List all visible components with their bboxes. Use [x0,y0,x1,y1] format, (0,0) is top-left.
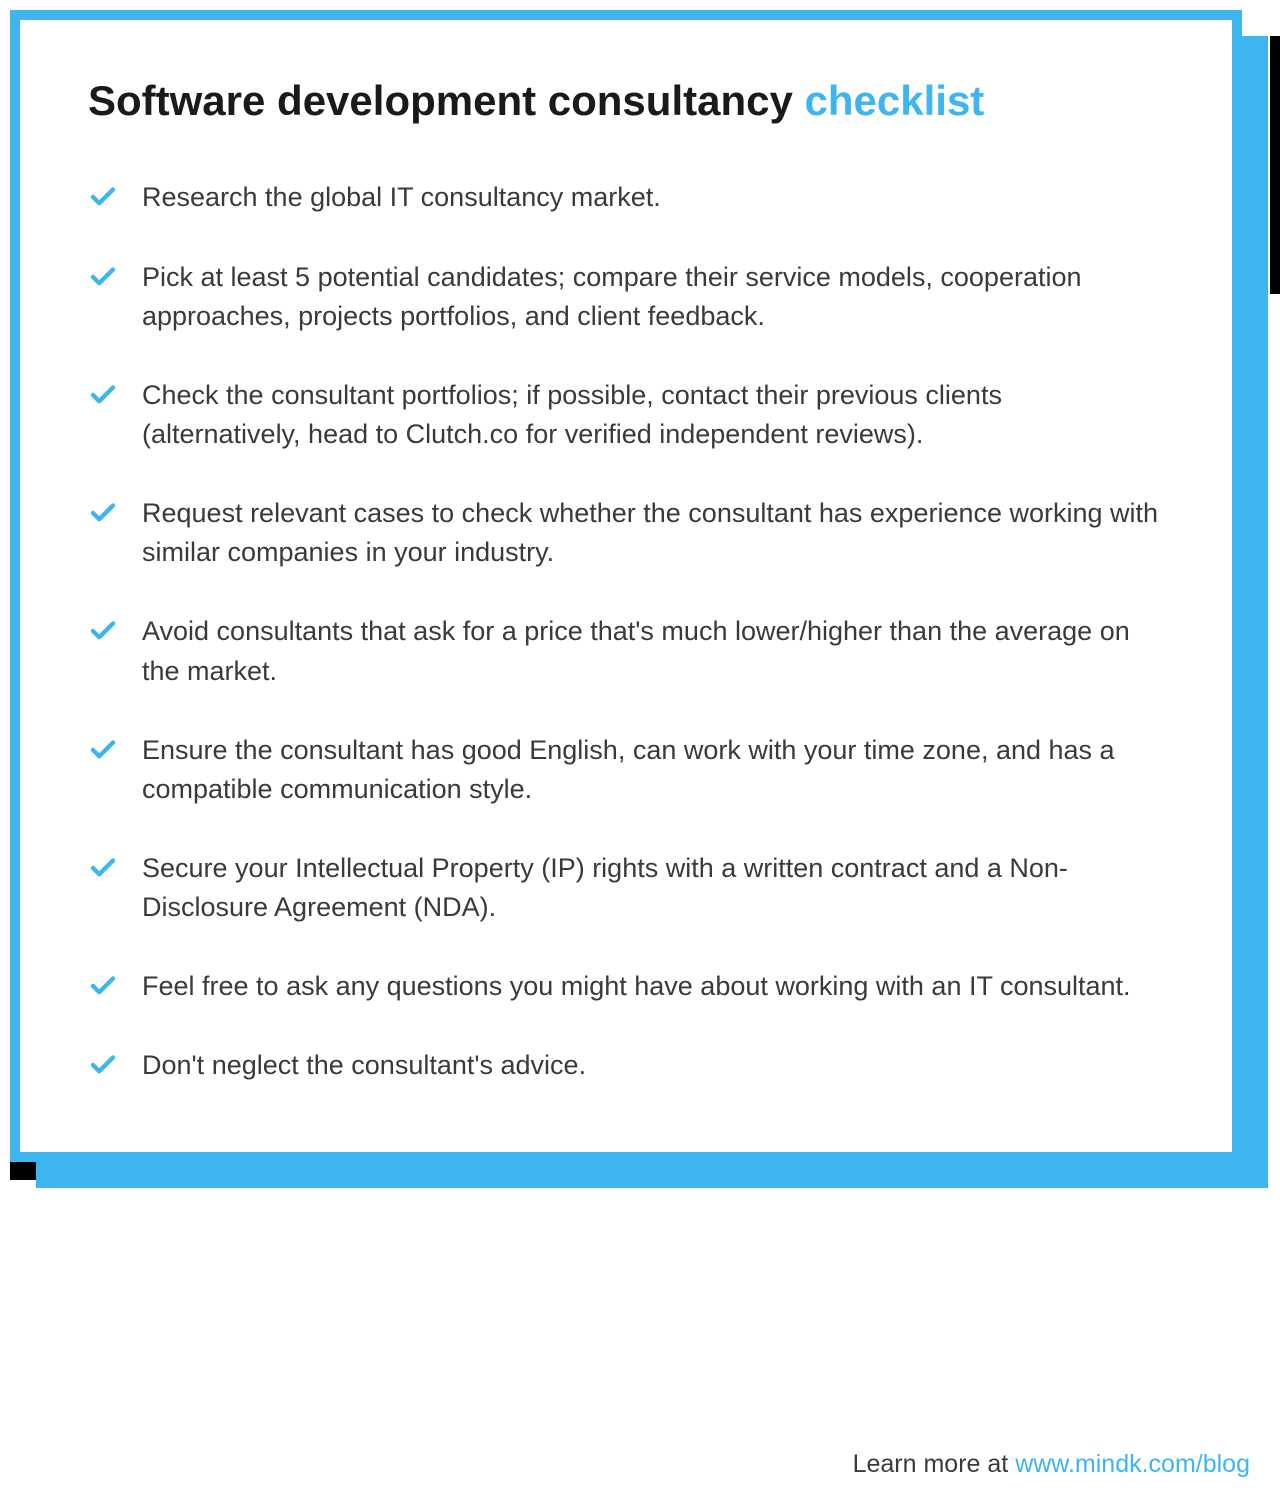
check-icon [88,498,118,528]
title-highlight: checklist [805,77,985,124]
check-icon [88,1050,118,1080]
checklist-item: Research the global IT consultancy marke… [88,178,1164,217]
checklist-item-text: Request relevant cases to check whether … [142,494,1164,572]
check-icon [88,735,118,765]
footer-label: Learn more at [853,1450,1016,1478]
checklist-item-text: Don't neglect the consultant's advice. [142,1046,1164,1085]
footer: Learn more at www.mindk.com/blog [853,1450,1250,1479]
checklist-item-text: Secure your Intellectual Property (IP) r… [142,849,1164,927]
check-icon [88,262,118,292]
check-icon [88,182,118,212]
check-icon [88,616,118,646]
checklist-card-wrapper: Software development consultancy checkli… [10,10,1270,1162]
checklist-item: Feel free to ask any questions you might… [88,967,1164,1006]
checklist-item-text: Ensure the consultant has good English, … [142,731,1164,809]
black-accent-bottom-left [10,1162,36,1180]
checklist-title: Software development consultancy checkli… [88,76,1164,126]
checklist: Research the global IT consultancy marke… [88,178,1164,1085]
checklist-item-text: Pick at least 5 potential candidates; co… [142,258,1164,336]
check-icon [88,971,118,1001]
checklist-item-text: Avoid consultants that ask for a price t… [142,612,1164,690]
checklist-item: Secure your Intellectual Property (IP) r… [88,849,1164,927]
check-icon [88,380,118,410]
footer-link[interactable]: www.mindk.com/blog [1015,1450,1250,1478]
checklist-item: Pick at least 5 potential candidates; co… [88,258,1164,336]
checklist-item: Check the consultant portfolios; if poss… [88,376,1164,454]
checklist-item-text: Check the consultant portfolios; if poss… [142,376,1164,454]
check-icon [88,853,118,883]
checklist-item-text: Feel free to ask any questions you might… [142,967,1164,1006]
black-accent-right [1270,36,1280,294]
checklist-item: Don't neglect the consultant's advice. [88,1046,1164,1085]
checklist-item: Avoid consultants that ask for a price t… [88,612,1164,690]
checklist-item: Request relevant cases to check whether … [88,494,1164,572]
title-main: Software development consultancy [88,77,805,124]
checklist-item: Ensure the consultant has good English, … [88,731,1164,809]
checklist-card: Software development consultancy checkli… [10,10,1242,1162]
checklist-item-text: Research the global IT consultancy marke… [142,178,1164,217]
